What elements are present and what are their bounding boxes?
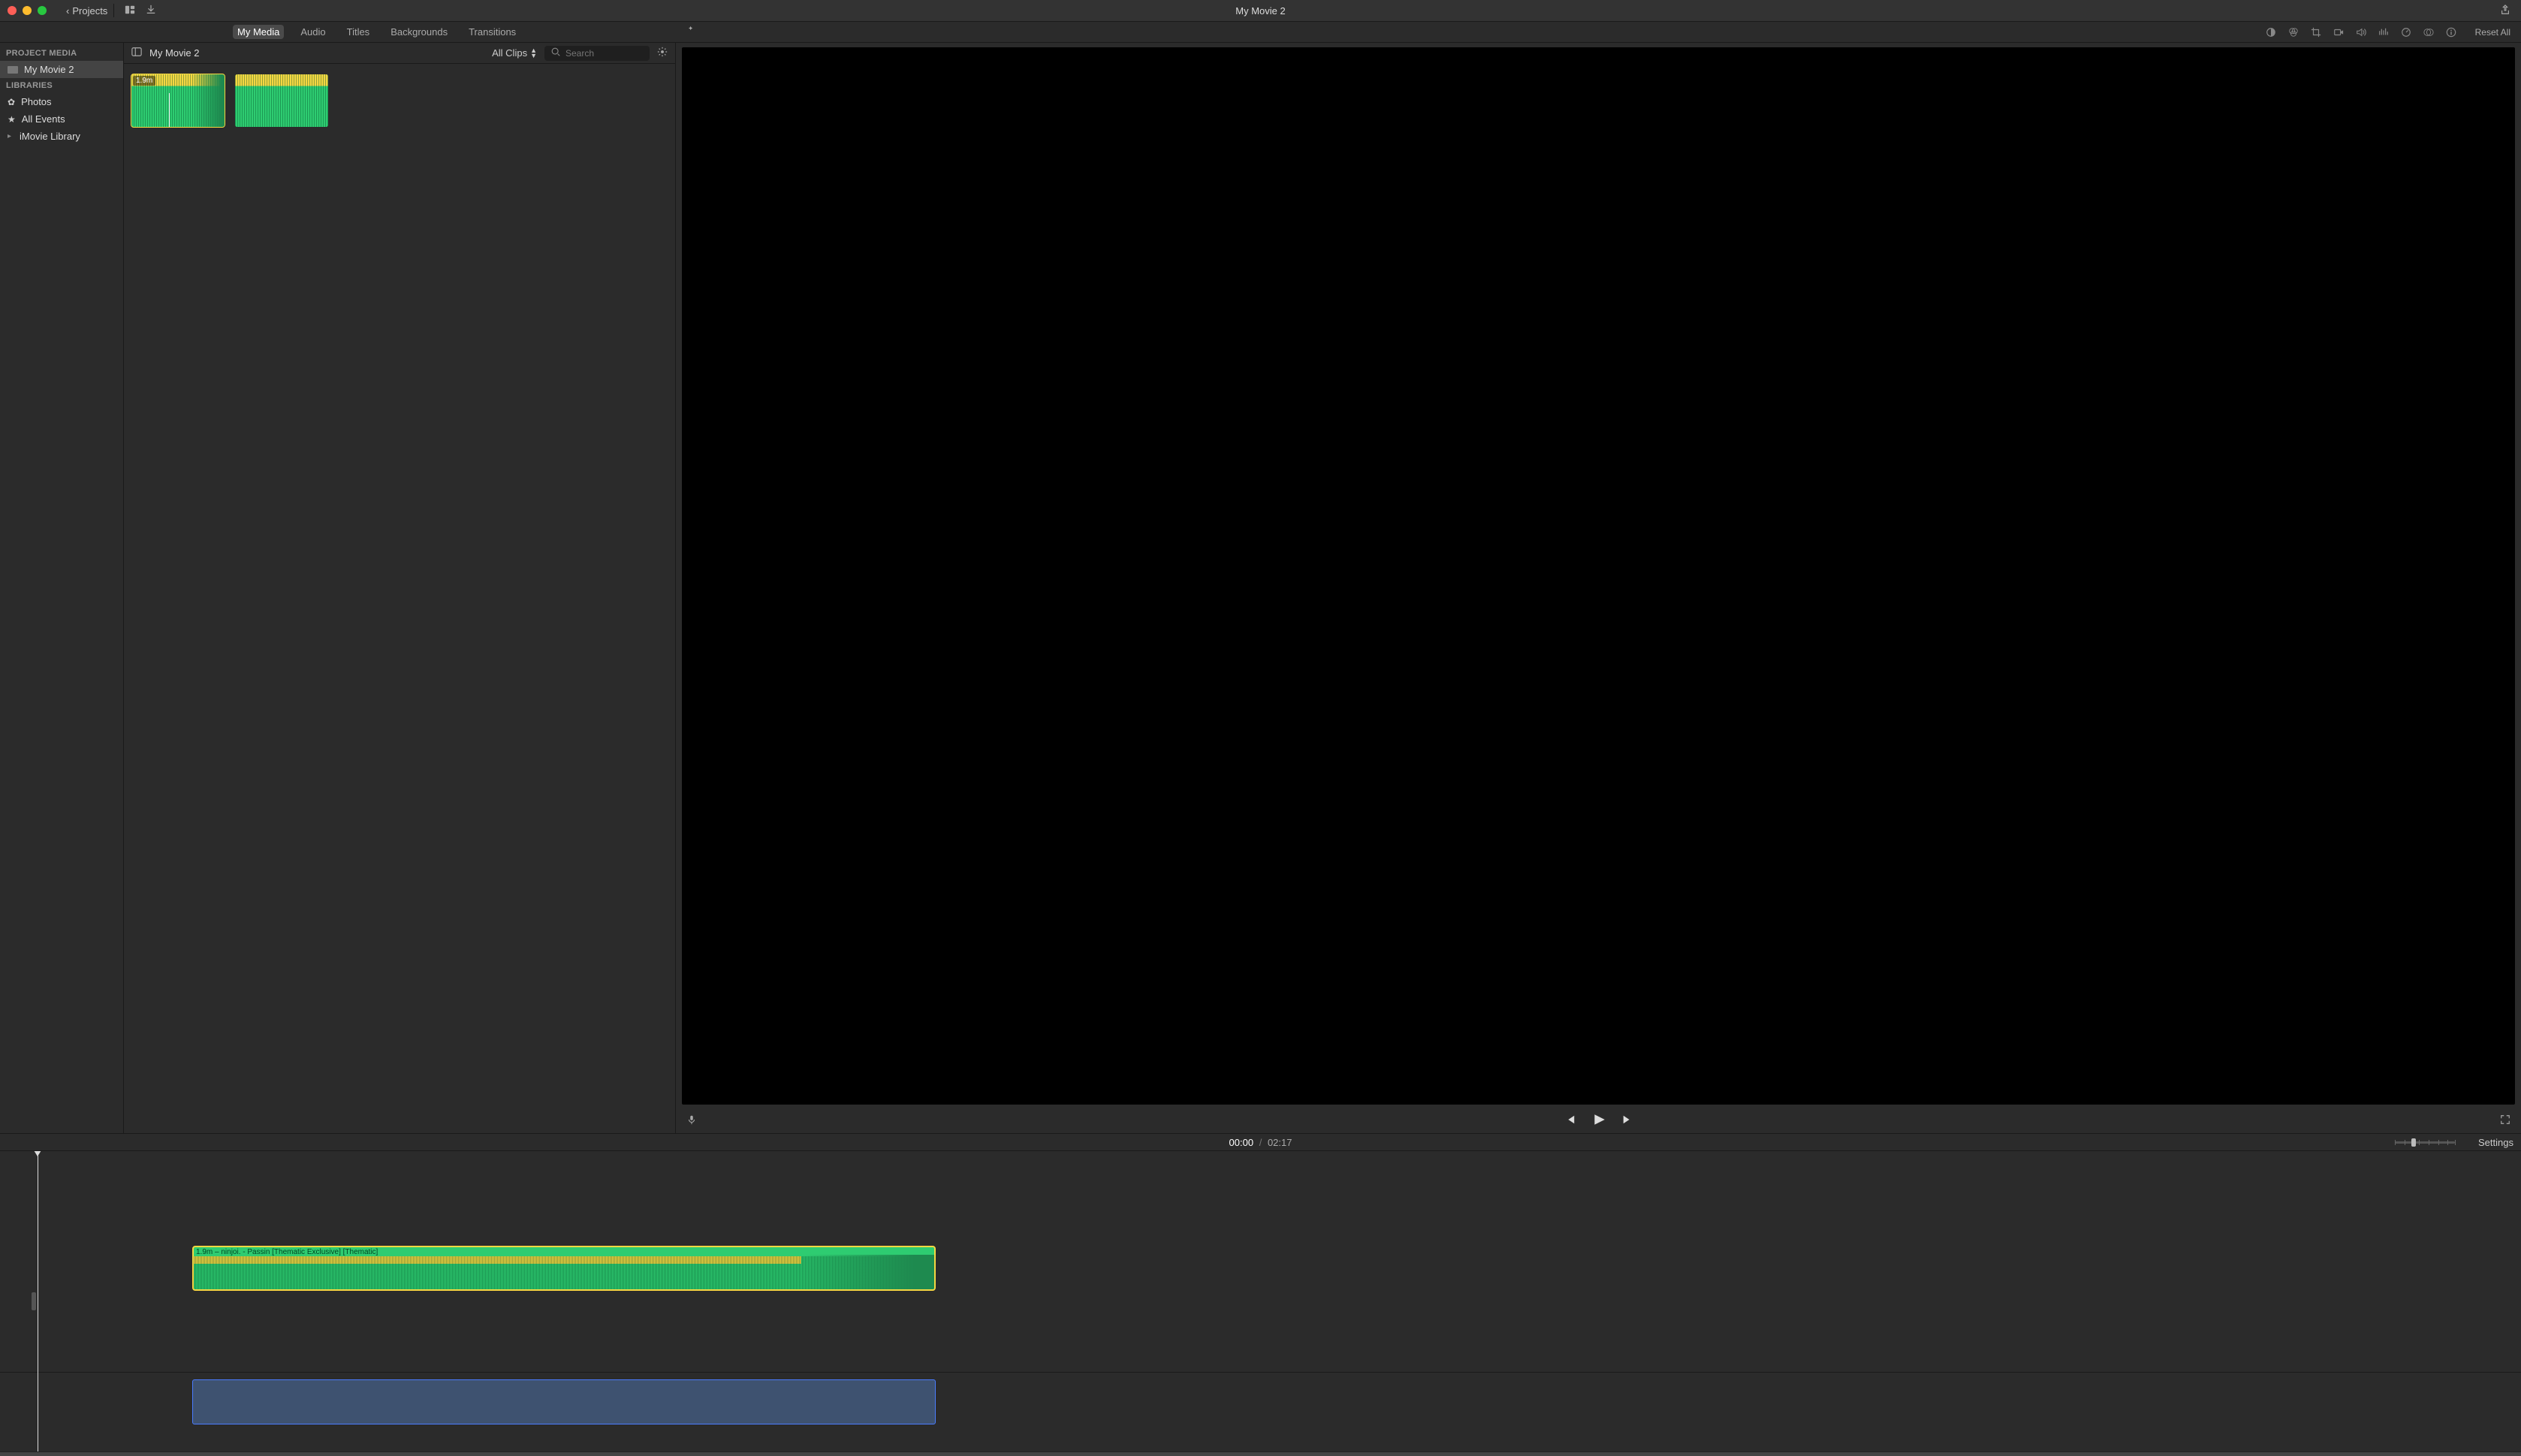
- clip-label: 1.9m – ninjoi. - Passin [Thematic Exclus…: [196, 1248, 378, 1256]
- clip-duration-badge: 1.9m: [133, 76, 155, 86]
- reset-all-button[interactable]: Reset All: [2475, 27, 2510, 38]
- footer-bar: [0, 1451, 2521, 1456]
- media-clip-1[interactable]: 1.9m: [131, 74, 225, 127]
- sidebar: PROJECT MEDIA My Movie 2 LIBRARIES ✿ Pho…: [0, 43, 124, 1133]
- time-total: 02:17: [1268, 1137, 1292, 1148]
- sidebar-item-label: Photos: [21, 96, 51, 107]
- close-window-button[interactable]: [8, 6, 17, 15]
- zoom-knob[interactable]: [2411, 1138, 2416, 1147]
- zoom-slider[interactable]: [2395, 1141, 2455, 1144]
- stabilization-icon[interactable]: [2333, 26, 2345, 38]
- timeline-audio-clip[interactable]: 1.9m – ninjoi. - Passin [Thematic Exclus…: [192, 1246, 936, 1291]
- tab-audio[interactable]: Audio: [296, 25, 330, 39]
- import-icon[interactable]: [146, 5, 156, 17]
- minimize-window-button[interactable]: [23, 6, 32, 15]
- playback-controls: [1565, 1113, 1633, 1129]
- clip-playhead-line: [169, 93, 170, 128]
- info-icon[interactable]: [2445, 26, 2457, 38]
- toggle-sidebar-icon[interactable]: [131, 47, 142, 59]
- sidebar-item-imovie-library[interactable]: ▸ iMovie Library: [0, 128, 123, 145]
- toolbar: My Media Audio Titles Backgrounds Transi…: [0, 22, 2521, 43]
- zoom-window-button[interactable]: [38, 6, 47, 15]
- next-button[interactable]: [1622, 1114, 1633, 1127]
- titlebar: ‹ Projects My Movie 2: [0, 0, 2521, 22]
- star-icon: ★: [8, 114, 16, 125]
- browser-header: My Movie 2 All Clips ▲▼: [124, 43, 675, 64]
- sidebar-item-all-events[interactable]: ★ All Events: [0, 110, 123, 128]
- transport-bar: [682, 1108, 2515, 1133]
- prev-button[interactable]: [1565, 1114, 1576, 1127]
- media-browser: My Movie 2 All Clips ▲▼: [124, 43, 676, 1133]
- updown-icon: ▲▼: [530, 48, 537, 59]
- projects-back-button[interactable]: ‹ Projects: [60, 4, 114, 17]
- tab-titles[interactable]: Titles: [342, 25, 375, 39]
- projects-label: Projects: [72, 5, 107, 17]
- noise-reduction-icon[interactable]: [2378, 26, 2390, 38]
- timeline-index-marker[interactable]: [32, 1292, 36, 1310]
- clip-filter-dropdown[interactable]: All Clips ▲▼: [492, 47, 537, 59]
- volume-icon[interactable]: [2355, 26, 2367, 38]
- sidebar-item-photos[interactable]: ✿ Photos: [0, 93, 123, 110]
- color-correction-icon[interactable]: [2287, 26, 2299, 38]
- tab-backgrounds[interactable]: Backgrounds: [386, 25, 452, 39]
- inspector-toolbar: Reset All: [2265, 26, 2510, 38]
- preview-screen[interactable]: [682, 47, 2515, 1105]
- timeline-settings-button[interactable]: Settings: [2478, 1137, 2513, 1148]
- browser-tabs: My Media Audio Titles Backgrounds Transi…: [233, 25, 520, 39]
- timecode-display: 00:00 / 02:17: [1229, 1137, 1292, 1148]
- clapperboard-icon: [8, 66, 18, 74]
- fullscreen-icon[interactable]: [2500, 1114, 2510, 1127]
- sidebar-item-label: iMovie Library: [20, 131, 80, 142]
- sidebar-hdr-libraries: LIBRARIES: [0, 78, 123, 93]
- crop-icon[interactable]: [2310, 26, 2322, 38]
- share-icon[interactable]: [2500, 5, 2510, 17]
- clip-filter-icon[interactable]: [2423, 26, 2435, 38]
- search-input[interactable]: [565, 48, 644, 59]
- chevron-right-icon: ▸: [8, 132, 14, 140]
- window-controls: [0, 6, 47, 15]
- tab-my-media[interactable]: My Media: [233, 25, 284, 39]
- search-icon: [550, 47, 561, 59]
- enhance-icon[interactable]: [683, 26, 694, 38]
- browser-title: My Movie 2: [149, 47, 484, 59]
- speed-icon[interactable]: [2400, 26, 2412, 38]
- timeline-background-clip[interactable]: [192, 1379, 936, 1424]
- sidebar-item-label: My Movie 2: [24, 64, 74, 75]
- timeline-header: 00:00 / 02:17 Settings: [0, 1133, 2521, 1151]
- sidebar-hdr-project-media: PROJECT MEDIA: [0, 46, 123, 61]
- search-field[interactable]: [544, 46, 650, 61]
- timeline-divider: [0, 1372, 2521, 1373]
- sidebar-item-label: All Events: [22, 113, 65, 125]
- filter-label: All Clips: [492, 47, 527, 59]
- clip-grid: 1.9m: [124, 64, 675, 1133]
- content-library-icon[interactable]: [125, 5, 135, 17]
- viewer-panel: [676, 43, 2521, 1133]
- sidebar-item-project[interactable]: My Movie 2: [0, 61, 123, 78]
- window-title: My Movie 2: [1235, 5, 1285, 17]
- timeline[interactable]: 1.9m – ninjoi. - Passin [Thematic Exclus…: [0, 1151, 2521, 1451]
- color-balance-icon[interactable]: [2265, 26, 2277, 38]
- chevron-left-icon: ‹: [66, 5, 69, 17]
- photos-icon: ✿: [8, 97, 15, 107]
- time-separator: /: [1259, 1137, 1262, 1148]
- tab-transitions[interactable]: Transitions: [464, 25, 520, 39]
- media-clip-2[interactable]: [235, 74, 328, 127]
- main-split: PROJECT MEDIA My Movie 2 LIBRARIES ✿ Pho…: [0, 43, 2521, 1133]
- time-current: 00:00: [1229, 1137, 1254, 1148]
- voiceover-icon[interactable]: [682, 1114, 697, 1127]
- browser-settings-icon[interactable]: [657, 47, 668, 59]
- play-button[interactable]: [1592, 1113, 1606, 1129]
